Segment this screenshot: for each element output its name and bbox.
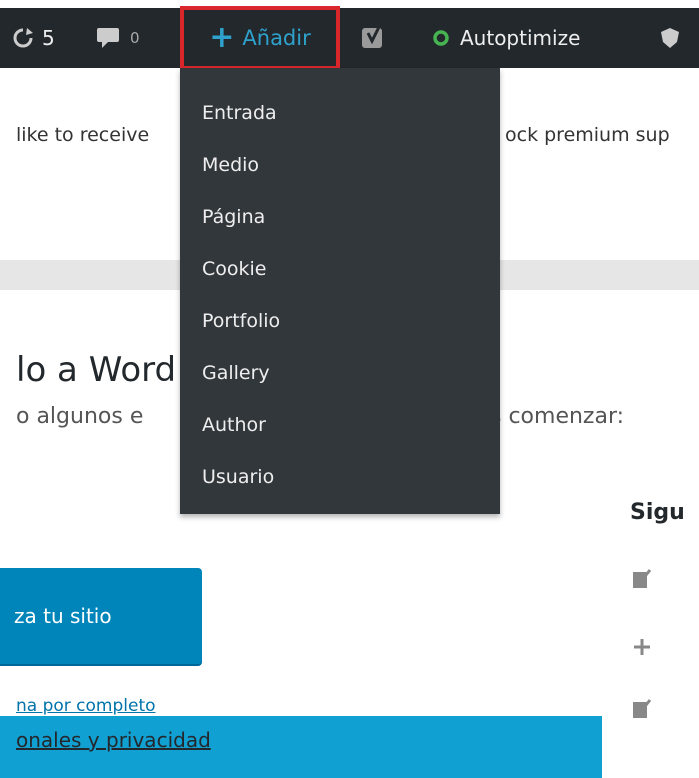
menu-item-portfolio[interactable]: Portfolio: [202, 310, 280, 332]
add-new-menu[interactable]: + Añadir: [180, 6, 340, 70]
menu-item-usuario[interactable]: Usuario: [202, 466, 274, 488]
welcome-title: lo a Word: [16, 350, 177, 390]
notice-text-left: like to receive: [16, 124, 150, 146]
yoast-icon: [362, 26, 382, 48]
comments-count: 0: [130, 29, 140, 47]
updates-count: 5: [42, 26, 55, 50]
privacy-link[interactable]: onales y privacidad: [16, 728, 211, 752]
notice-text-right: ock premium sup: [505, 124, 670, 146]
autoptimize-label: Autoptimize: [460, 26, 581, 50]
customize-complete-link[interactable]: na por completo: [16, 696, 156, 716]
welcome-subtitle: o algunos e: [16, 404, 144, 429]
menu-item-author[interactable]: Author: [202, 414, 266, 436]
plus-icon: +: [209, 20, 235, 55]
menu-item-cookie[interactable]: Cookie: [202, 258, 267, 280]
status-circle-icon: [433, 30, 449, 46]
comment-icon: [97, 28, 119, 48]
menu-item-gallery[interactable]: Gallery: [202, 362, 270, 384]
next-step-edit-1[interactable]: [632, 564, 692, 594]
customize-site-button[interactable]: za tu sitio: [0, 568, 202, 664]
extra-menu[interactable]: [658, 8, 682, 68]
menu-item-pagina[interactable]: Página: [202, 206, 265, 228]
next-step-edit-2[interactable]: [632, 694, 692, 724]
next-steps-title: Sigu: [630, 500, 685, 525]
menu-item-medio[interactable]: Medio: [202, 154, 259, 176]
welcome-subtitle-right: s comenzar:: [490, 404, 625, 429]
yoast-menu[interactable]: [360, 8, 388, 68]
edit-icon: [633, 569, 652, 588]
menu-item-entrada[interactable]: Entrada: [202, 102, 277, 124]
autoptimize-menu[interactable]: Autoptimize: [432, 8, 580, 68]
admin-toolbar: 5 0 + Añadir Autoptimize: [0, 6, 699, 70]
add-new-label: Añadir: [242, 26, 311, 50]
plus-icon: [634, 639, 650, 655]
comments-menu[interactable]: 0: [96, 8, 140, 68]
next-step-add[interactable]: [632, 632, 692, 662]
add-new-dropdown: Entrada Medio Página Cookie Portfolio Ga…: [180, 68, 500, 514]
refresh-icon: [13, 28, 33, 48]
updates-menu[interactable]: 5: [12, 8, 55, 68]
edit-icon: [633, 699, 652, 718]
shield-icon: [661, 28, 679, 48]
